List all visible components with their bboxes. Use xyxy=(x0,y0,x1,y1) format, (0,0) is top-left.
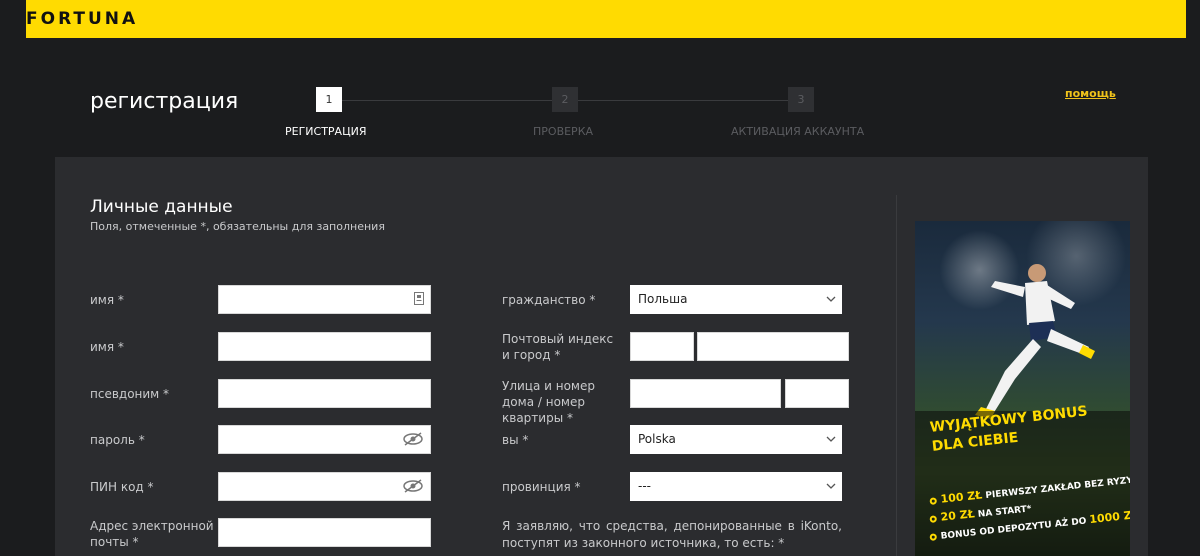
city-input[interactable] xyxy=(697,332,849,361)
chevron-down-icon xyxy=(826,483,836,489)
eye-slash-icon[interactable] xyxy=(402,479,424,496)
citizenship-value: Польша xyxy=(638,292,688,306)
province-label: провинция * xyxy=(502,480,581,494)
step-1-label: РЕГИСТРАЦИЯ xyxy=(285,125,367,138)
funds-source-declaration: Я заявляю, что средства, депонированные … xyxy=(502,519,842,550)
promo-banner[interactable]: WYJĄTKOWY BONUS DLA CIEBIE 100 ZŁ PIERWS… xyxy=(915,221,1130,556)
pin-input[interactable] xyxy=(218,472,431,501)
bullet-icon xyxy=(929,497,938,505)
first-name-label: имя * xyxy=(90,293,124,307)
bullet-icon xyxy=(929,533,938,541)
stepper-line xyxy=(342,100,552,101)
step-1-indicator: 1 xyxy=(316,87,342,112)
nickname-label: псевдоним * xyxy=(90,387,170,401)
citizenship-label: гражданство * xyxy=(502,293,596,307)
page-title: регистрация xyxy=(90,89,239,114)
postal-city-label: Почтовый индекс и город * xyxy=(502,332,614,362)
province-select[interactable]: --- xyxy=(630,472,842,501)
password-input[interactable] xyxy=(218,425,431,454)
chevron-down-icon xyxy=(826,296,836,302)
football-player-image xyxy=(975,264,1095,419)
country-label: вы * xyxy=(502,433,529,447)
house-number-input[interactable] xyxy=(785,379,849,408)
eye-slash-icon[interactable] xyxy=(402,432,424,449)
pin-label: ПИН код * xyxy=(90,480,154,494)
last-name-label: имя * xyxy=(90,340,124,354)
step-3-indicator: 3 xyxy=(788,87,814,112)
top-brand-bar xyxy=(26,0,1186,38)
step-2-indicator: 2 xyxy=(552,87,578,112)
contact-card-icon xyxy=(414,292,424,308)
panel-divider xyxy=(896,195,897,556)
street-input[interactable] xyxy=(630,379,781,408)
country-select[interactable]: Polska xyxy=(630,425,842,454)
chevron-down-icon xyxy=(826,436,836,442)
country-value: Polska xyxy=(638,432,676,446)
password-label: пароль * xyxy=(90,433,145,447)
nickname-input[interactable] xyxy=(218,379,431,408)
step-2-label: ПРОВЕРКА xyxy=(533,125,594,138)
email-input[interactable] xyxy=(218,518,431,547)
step-3-label: АКТИВАЦИЯ АККАУНТА xyxy=(731,125,865,138)
help-link[interactable]: помощь xyxy=(1065,87,1116,100)
section-subtitle: Поля, отмеченные *, обязательны для запо… xyxy=(90,220,385,233)
stepper-line xyxy=(578,100,788,101)
street-label: Улица и номер дома / номер квартиры * xyxy=(502,379,595,425)
bullet-icon xyxy=(929,515,938,523)
section-title: Личные данные xyxy=(90,197,233,217)
email-label: Адрес электронной почты * xyxy=(90,519,214,549)
first-name-input[interactable] xyxy=(218,285,431,314)
province-value: --- xyxy=(638,479,651,493)
postal-code-input[interactable] xyxy=(630,332,694,361)
fortuna-logo[interactable]: FORTUNA xyxy=(26,9,138,29)
last-name-input[interactable] xyxy=(218,332,431,361)
citizenship-select[interactable]: Польша xyxy=(630,285,842,314)
